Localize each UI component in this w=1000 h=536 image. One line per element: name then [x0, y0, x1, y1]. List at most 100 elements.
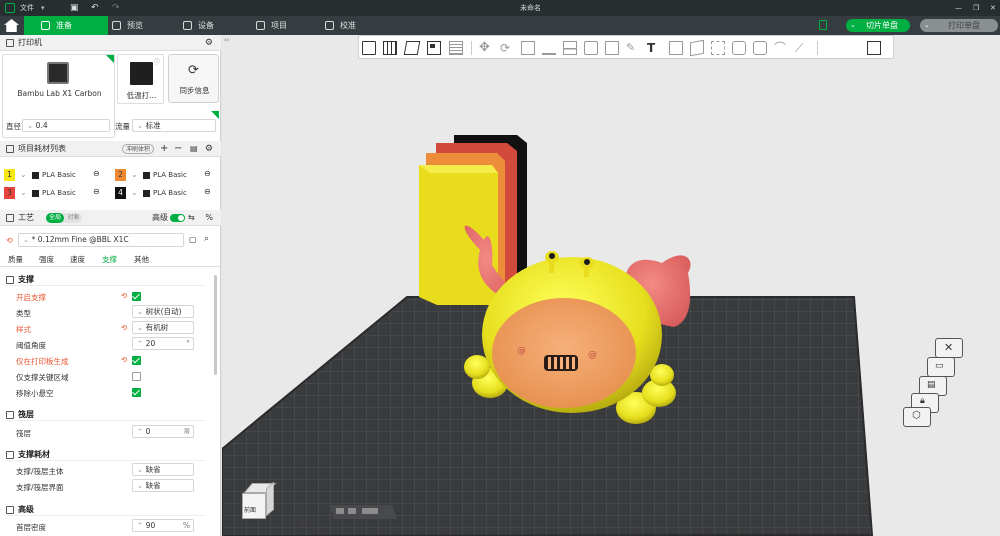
edit-filament-icon[interactable]: ⊖: [93, 169, 100, 178]
reset-icon[interactable]: ⟲: [6, 236, 13, 245]
reset-icon[interactable]: ⟲: [121, 323, 127, 332]
3d-viewport[interactable]: ‹› @ @ 前面 ◎ ✕ ▭ ▤ 🔒︎ ⬡: [222, 35, 1000, 536]
view-mode-icon[interactable]: [867, 41, 881, 55]
variable-layer-icon[interactable]: [753, 41, 767, 55]
reset-icon[interactable]: ⟲: [121, 355, 127, 364]
slot-number: 3: [4, 187, 15, 199]
assembly-icon[interactable]: [690, 39, 704, 57]
plate-icon[interactable]: [819, 20, 827, 30]
support-interface-select[interactable]: ⌄ 缺省: [132, 479, 194, 492]
subtab-speed[interactable]: 速度: [70, 254, 85, 265]
settings-scrollbar[interactable]: [214, 275, 217, 375]
close-icon[interactable]: ✕: [990, 0, 996, 16]
raft-group-title: 筏层: [6, 409, 34, 420]
tab-prepare[interactable]: 准备: [24, 16, 108, 35]
critical-regions-checkbox[interactable]: [132, 372, 141, 381]
toggle-global[interactable]: 全局: [46, 213, 64, 223]
lay-on-face-icon[interactable]: [542, 41, 556, 55]
advanced-switch[interactable]: [170, 214, 185, 222]
edit-filament-icon[interactable]: ⊖: [93, 187, 100, 196]
plate-arrange-button[interactable]: ▭: [927, 357, 955, 377]
filament-gear-icon[interactable]: ⚙: [205, 141, 213, 157]
scale-icon[interactable]: [521, 41, 535, 55]
tab-preview[interactable]: 预览: [112, 16, 143, 35]
add-plate-icon[interactable]: [383, 41, 397, 55]
filament-name: PLA Basic: [153, 171, 187, 179]
initial-layer-density-input[interactable]: ⌃ 90%: [132, 519, 194, 532]
undo-icon[interactable]: ↶: [91, 0, 99, 16]
tab-device[interactable]: 设备: [183, 16, 214, 35]
save-profile-icon[interactable]: ▢: [189, 235, 197, 244]
enable-support-checkbox[interactable]: [132, 292, 141, 301]
home-icon[interactable]: [4, 19, 19, 32]
save-icon[interactable]: ▣: [70, 0, 79, 16]
on-build-plate-checkbox[interactable]: [132, 356, 141, 365]
support-paint-icon[interactable]: [605, 41, 619, 55]
filament-slot-4[interactable]: 4 ⌄ PLA Basic ⊖: [115, 186, 219, 201]
support-base-select[interactable]: ⌄ 缺省: [132, 463, 194, 476]
view-cube-front-label: 前面: [244, 507, 257, 514]
seam-paint-icon[interactable]: ✎: [626, 41, 640, 55]
reset-icon[interactable]: ⟲: [121, 291, 127, 300]
tab-project[interactable]: 项目: [256, 16, 287, 35]
hollow-icon[interactable]: [732, 41, 746, 55]
sync-button[interactable]: ⟳ 同步信息: [168, 54, 219, 103]
split-icon[interactable]: [449, 41, 463, 55]
view-cube[interactable]: 前面: [240, 481, 277, 523]
flush-volume-badge[interactable]: 冲刷体积: [122, 144, 155, 154]
plate-card[interactable]: ⓘ 低温打...: [117, 54, 164, 104]
restore-icon[interactable]: ❐: [973, 0, 979, 16]
remove-small-overhang-checkbox[interactable]: [132, 388, 141, 397]
support-type-select[interactable]: ⌄ 树状(自动): [132, 305, 194, 318]
compare-icon[interactable]: ⇆: [188, 210, 195, 226]
plate-delete-button[interactable]: ✕: [935, 338, 963, 358]
nozzle-select[interactable]: ⌄ 0.4: [22, 119, 110, 132]
scene-canvas[interactable]: @ @: [222, 35, 1000, 536]
subtab-strength[interactable]: 强度: [39, 254, 54, 265]
gear-icon[interactable]: ⚙: [205, 35, 213, 51]
edit-filament-icon[interactable]: ⊖: [204, 187, 211, 196]
boolean-icon[interactable]: [584, 41, 598, 55]
info-icon[interactable]: ⓘ: [154, 57, 160, 66]
support-style-select[interactable]: ⌄ 有机树: [132, 321, 194, 334]
remove-icon[interactable]: −: [174, 141, 182, 157]
percent-icon[interactable]: %: [205, 210, 213, 226]
brim-icon[interactable]: ⌒: [774, 41, 788, 55]
measure-icon[interactable]: [669, 41, 683, 55]
rotate-icon[interactable]: ⟳: [500, 41, 514, 55]
raft-layers-input[interactable]: ⌃ 0层: [132, 425, 194, 438]
tab-calibration[interactable]: 校准: [325, 16, 356, 35]
ruler-icon[interactable]: ⟋: [795, 41, 809, 55]
add-object-icon[interactable]: [362, 41, 376, 55]
slice-button[interactable]: ⌄ 切片单盘: [846, 19, 910, 32]
search-icon[interactable]: ⌕: [204, 234, 209, 244]
toggle-object[interactable]: 对象: [65, 213, 82, 223]
filament-slot-2[interactable]: 2 ⌄ PLA Basic ⊖: [115, 168, 219, 183]
add-icon[interactable]: +: [160, 141, 168, 157]
fit-icon[interactable]: [711, 41, 725, 55]
plate-settings-button[interactable]: ⬡: [903, 407, 931, 427]
filament-sync-icon[interactable]: ▤: [190, 141, 198, 157]
threshold-angle-input[interactable]: ⌃ 20 °: [132, 337, 194, 350]
subtab-other[interactable]: 其他: [134, 254, 149, 265]
fit-view-icon[interactable]: ◎: [298, 517, 307, 528]
filament-slot-1[interactable]: 1 ⌄ PLA Basic ⊖: [4, 168, 108, 183]
svg-text:@: @: [588, 350, 597, 360]
text-icon[interactable]: T: [647, 41, 661, 55]
process-profile-select[interactable]: ⌄ * 0.12mm Fine @BBL X1C: [18, 233, 184, 247]
orient-icon[interactable]: [403, 41, 421, 55]
global-object-toggle[interactable]: 全局 对象: [46, 213, 82, 223]
redo-icon[interactable]: ↷: [112, 0, 120, 16]
minimize-icon[interactable]: —: [955, 0, 962, 16]
device-icon: [183, 21, 192, 30]
arrange-icon[interactable]: [427, 41, 441, 55]
file-menu[interactable]: 文件: [20, 0, 34, 16]
chevron-down-icon[interactable]: ▾: [41, 0, 45, 16]
subtab-quality[interactable]: 质量: [8, 254, 23, 265]
print-button[interactable]: ⌄ 打印单盘: [920, 19, 998, 32]
cut-icon[interactable]: [563, 41, 577, 55]
filament-slot-3[interactable]: 3 ⌄ PLA Basic ⊖: [4, 186, 108, 201]
move-icon[interactable]: ✥: [479, 41, 493, 55]
edit-filament-icon[interactable]: ⊖: [204, 169, 211, 178]
flow-select[interactable]: ⌄ 标准: [132, 119, 216, 132]
